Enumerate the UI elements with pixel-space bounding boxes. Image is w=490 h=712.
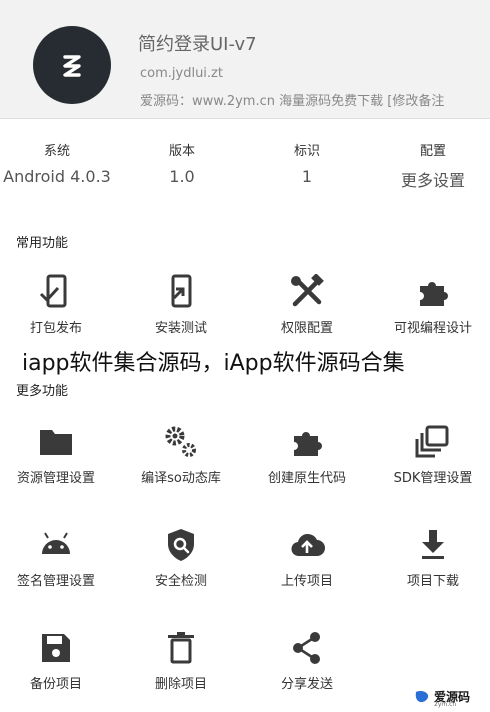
- info-label: 配置: [419, 144, 446, 159]
- tile-label: 创建原生代码: [267, 471, 346, 486]
- info-value: 1.0: [169, 167, 195, 186]
- phone-check-icon: [39, 274, 67, 308]
- info-label: 标识: [293, 144, 320, 159]
- info-system: 系统 Android 4.0.3: [0, 140, 117, 186]
- save-icon: [42, 634, 70, 662]
- project-info-row: 系统 Android 4.0.3 版本 1.0 标识 1 配置 更多设置: [0, 140, 490, 190]
- puzzle-icon: [420, 282, 448, 306]
- tile-label: 上传项目: [280, 574, 333, 589]
- app-header: 简约登录UI-v7 com.jydlui.zt 爱源码：www.2ym.cn 海…: [0, 0, 490, 119]
- tile-create-native-code[interactable]: 创建原生代码: [246, 424, 368, 500]
- tile-label: 备份项目: [29, 677, 82, 692]
- trash-icon: [168, 632, 194, 664]
- info-version: 版本 1.0: [122, 140, 242, 186]
- watermark-logo-icon: [415, 691, 429, 703]
- tile-resource-management[interactable]: 资源管理设置: [0, 424, 117, 500]
- tools-icon: [291, 274, 324, 307]
- tile-signature-management[interactable]: 签名管理设置: [0, 527, 117, 603]
- info-label: 系统: [43, 144, 70, 159]
- tile-compile-so[interactable]: 编译so动态库: [120, 424, 242, 500]
- shield-search-icon: [168, 529, 194, 561]
- gears-icon: [165, 426, 196, 457]
- tile-share-send[interactable]: 分享发送: [246, 630, 368, 706]
- tile-label: 分享发送: [280, 677, 333, 692]
- info-label: 版本: [168, 144, 195, 159]
- section-title-common: 常用功能: [16, 236, 69, 251]
- download-icon: [422, 530, 444, 559]
- folder-icon: [40, 430, 72, 455]
- tile-sdk-management[interactable]: SDK管理设置: [372, 424, 490, 500]
- library-icon: [415, 425, 449, 458]
- tile-project-download[interactable]: 项目下载: [372, 527, 490, 603]
- tile-backup-project[interactable]: 备份项目: [0, 630, 117, 706]
- tile-label: SDK管理设置: [393, 471, 473, 486]
- share-icon: [293, 632, 320, 664]
- phone-arrow-icon: [171, 274, 192, 308]
- tile-visual-programming[interactable]: 可视编程设计: [372, 274, 490, 350]
- tile-package-publish[interactable]: 打包发布: [0, 274, 117, 350]
- watermark-subtext: 2ym.cn: [434, 701, 457, 708]
- info-config[interactable]: 配置 更多设置: [373, 140, 490, 191]
- app-package-name: com.jydlui.zt: [140, 66, 223, 81]
- tile-label: 可视编程设计: [393, 321, 472, 336]
- tile-label: 签名管理设置: [16, 574, 95, 589]
- watermark: 爱源码 2ym.cn: [412, 686, 488, 708]
- info-identifier: 标识 1: [247, 140, 367, 186]
- app-logo-icon: [33, 26, 111, 104]
- tile-install-test[interactable]: 安装测试: [120, 274, 242, 350]
- puzzle-icon: [294, 432, 322, 456]
- tile-label: 删除项目: [154, 677, 207, 692]
- app-note: 爱源码：www.2ym.cn 海量源码免费下载 [修改备注: [140, 94, 445, 109]
- tile-label: 安全检测: [154, 574, 207, 589]
- info-value: 1: [301, 167, 313, 186]
- tile-label: 项目下载: [406, 574, 459, 589]
- section-title-more: 更多功能: [16, 384, 69, 399]
- android-icon: [42, 532, 70, 554]
- tile-delete-project[interactable]: 删除项目: [120, 630, 242, 706]
- tile-label: 安装测试: [154, 321, 207, 336]
- tile-upload-project[interactable]: 上传项目: [246, 527, 368, 603]
- cloud-upload-icon: [291, 533, 325, 557]
- tile-label: 编译so动态库: [141, 471, 221, 486]
- tile-security-check[interactable]: 安全检测: [120, 527, 242, 603]
- tile-label: 资源管理设置: [16, 471, 95, 486]
- tile-permission-config[interactable]: 权限配置: [246, 274, 368, 350]
- tile-label: 打包发布: [29, 321, 82, 336]
- tile-label: 权限配置: [280, 321, 333, 336]
- info-value: Android 4.0.3: [3, 167, 111, 186]
- overlay-caption: iapp软件集合源码，iApp软件源码合集: [22, 351, 405, 376]
- more-settings-link[interactable]: 更多设置: [373, 167, 490, 191]
- app-title: 简约登录UI-v7: [138, 34, 257, 55]
